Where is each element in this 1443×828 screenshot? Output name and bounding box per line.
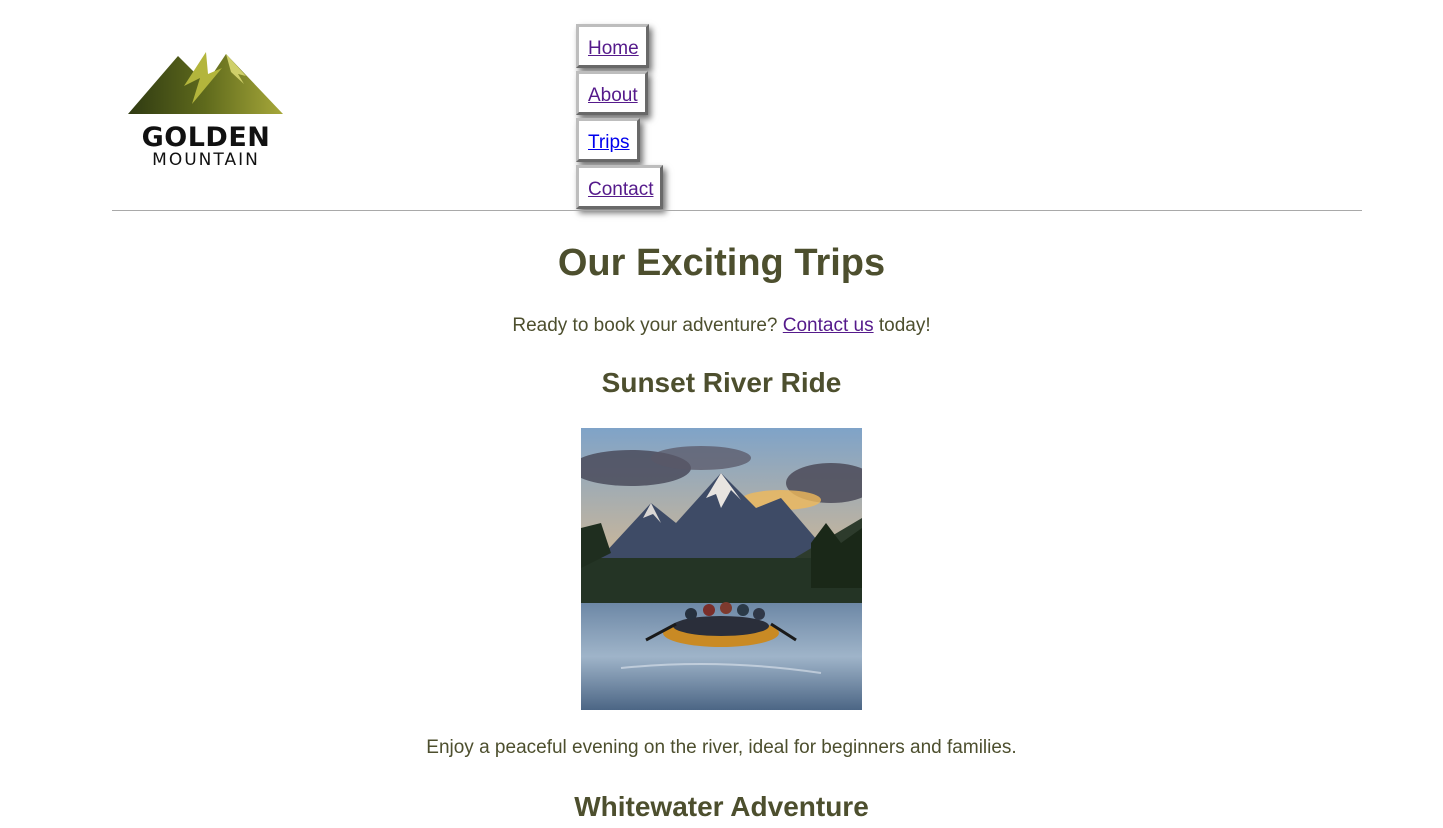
- logo-text-golden: GOLDEN: [141, 122, 271, 153]
- trip-title-sunset-river-ride: Sunset River Ride: [601, 367, 842, 398]
- mountain-logo-icon: [128, 52, 283, 114]
- nav-link-trips[interactable]: Trips: [576, 118, 640, 162]
- nav-link-about[interactable]: About: [576, 71, 648, 115]
- nav-link-home[interactable]: Home: [576, 24, 649, 68]
- trip-title-whitewater-adventure: Whitewater Adventure: [574, 791, 869, 822]
- nav-item-home: Home: [576, 24, 663, 68]
- river-rafting-sunset-photo: [581, 428, 862, 710]
- booking-prompt-prefix: Ready to book your adventure?: [512, 315, 778, 336]
- nav-item-about: About: [576, 71, 663, 115]
- booking-prompt: Ready to book your adventure? Contact us…: [0, 314, 1443, 338]
- site-logo: GOLDEN MOUNTAIN: [126, 14, 298, 200]
- booking-prompt-suffix: today!: [878, 315, 931, 336]
- nav-link-contact[interactable]: Contact: [576, 165, 664, 209]
- trip-description-sunset-river-ride: Enjoy a peaceful evening on the river, i…: [426, 737, 1017, 758]
- main-nav: Home About Trips Contact: [576, 24, 664, 212]
- nav-item-trips: Trips: [576, 118, 663, 162]
- page-title: Our Exciting Trips: [557, 242, 886, 284]
- logo-text-mountain: MOUNTAIN: [152, 150, 260, 170]
- main-content: Our Exciting Trips Ready to book your ad…: [0, 210, 1443, 824]
- nav-item-contact: Contact: [576, 165, 664, 209]
- contact-us-link[interactable]: Contact us: [783, 315, 874, 336]
